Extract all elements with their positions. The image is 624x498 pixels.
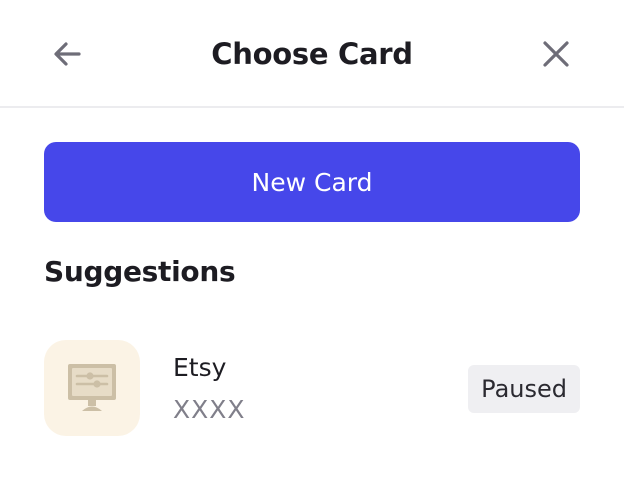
header: Choose Card [0,0,624,108]
merchant-icon [44,340,140,436]
close-button[interactable] [536,34,576,74]
card-number: XXXX [173,395,246,424]
suggestion-card-row[interactable]: Etsy XXXX Paused [44,340,580,438]
status-badge: Paused [468,365,580,413]
merchant-name: Etsy [173,353,227,382]
close-icon [543,41,569,67]
merchant-terminal-icon [68,364,116,411]
new-card-button[interactable]: New Card [44,142,580,222]
page-title: Choose Card [211,37,413,71]
suggestions-heading: Suggestions [44,255,236,288]
